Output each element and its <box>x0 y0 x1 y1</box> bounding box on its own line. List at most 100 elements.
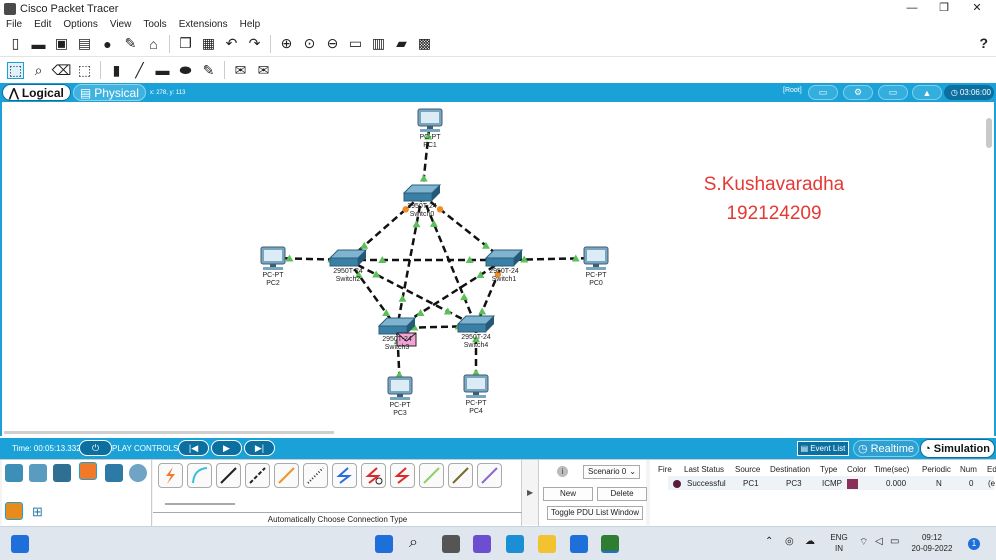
activity-wizard-icon[interactable]: ✎ <box>122 35 139 52</box>
simple-pdu-icon[interactable]: ✉ <box>232 62 249 79</box>
ellipse-icon[interactable]: ⬬ <box>177 62 194 79</box>
close-button[interactable]: ✕ <box>960 0 994 17</box>
file-explorer-icon[interactable] <box>538 535 556 553</box>
connection-scrollbar[interactable] <box>165 503 235 505</box>
info-icon[interactable]: ● <box>99 35 116 52</box>
custom-devices-icon[interactable]: ▥ <box>370 35 387 52</box>
vertical-scrollbar[interactable] <box>986 118 992 148</box>
new-cluster-button[interactable]: ▭ <box>808 85 838 100</box>
pc-pc2-icon[interactable] <box>260 246 286 270</box>
clock-time[interactable]: 09:12 <box>910 533 954 542</box>
menu-options[interactable]: Options <box>63 19 97 30</box>
grid-icon[interactable]: ⊞ <box>32 504 47 519</box>
multiuser-icon[interactable] <box>129 464 147 482</box>
event-list-button[interactable]: ▤ Event List <box>797 441 849 456</box>
maximize-button[interactable]: ❐ <box>927 0 961 17</box>
redo-icon[interactable]: ↷ <box>246 35 263 52</box>
menu-view[interactable]: View <box>110 19 132 30</box>
battery-icon[interactable]: ▭ <box>890 536 899 547</box>
scenario-select[interactable]: Scenario 0 ⌄ <box>583 465 640 479</box>
switch-switch3-icon[interactable] <box>377 317 417 335</box>
pc-pc0-icon[interactable] <box>583 246 609 270</box>
delete-icon[interactable]: ⌫ <box>52 62 72 79</box>
components-icon[interactable] <box>53 464 71 482</box>
zoom-in-icon[interactable]: ⊕ <box>278 35 295 52</box>
complex-pdu-icon[interactable]: ✉ <box>255 62 272 79</box>
coaxial-icon[interactable] <box>332 463 357 488</box>
phone-cable-icon[interactable] <box>303 463 328 488</box>
scenario-info-icon[interactable]: i <box>557 466 568 477</box>
logical-tab[interactable]: ⋀ Logical <box>2 84 71 101</box>
switch-switch0-icon[interactable] <box>402 184 442 202</box>
volume-icon[interactable]: ◁ <box>875 536 883 547</box>
notification-badge[interactable]: 1 <box>968 538 980 550</box>
viewport-icon[interactable]: ▩ <box>416 35 433 52</box>
minimize-button[interactable]: — <box>895 0 929 17</box>
capture-forward-button[interactable]: ▶| <box>244 440 275 456</box>
open-folder-icon[interactable]: ▬ <box>30 35 47 52</box>
iot-custom-cable-icon[interactable] <box>448 463 473 488</box>
auto-connection-icon[interactable] <box>158 463 183 488</box>
save-icon[interactable]: ▣ <box>53 35 70 52</box>
resize-icon[interactable]: ⬚ <box>76 62 93 79</box>
menu-file[interactable]: File <box>6 19 22 30</box>
tray-chevron-icon[interactable]: ⌃ <box>765 536 773 547</box>
menu-tools[interactable]: Tools <box>143 19 166 30</box>
mail-icon[interactable] <box>506 535 524 553</box>
simulation-mode-button[interactable]: ◔ Simulation <box>920 439 995 458</box>
usb-cable-icon[interactable] <box>477 463 502 488</box>
switch-switch1-icon[interactable] <box>484 249 524 267</box>
menu-extensions[interactable]: Extensions <box>179 19 228 30</box>
switch-switch4-icon[interactable] <box>456 315 496 333</box>
pc-pc3-icon[interactable] <box>387 376 413 400</box>
packet-tracer-taskbar-icon[interactable] <box>601 535 619 553</box>
toggle-pdu-list-button[interactable]: Toggle PDU List Window <box>547 506 643 520</box>
freeform-icon[interactable]: ✎ <box>200 62 217 79</box>
physical-tab[interactable]: ▤ Physical <box>72 84 146 101</box>
network-info-icon[interactable]: ⌂ <box>145 35 162 52</box>
tray-app-icon[interactable]: ◎ <box>785 536 794 547</box>
set-background-button[interactable]: ▭ <box>878 85 908 100</box>
dropbox-icon[interactable] <box>570 535 588 553</box>
paste-icon[interactable]: ▦ <box>200 35 217 52</box>
start-menu-icon[interactable] <box>375 535 393 553</box>
zoom-reset-icon[interactable]: ⊙ <box>301 35 318 52</box>
serial-dte-icon[interactable] <box>390 463 415 488</box>
move-object-button[interactable]: ⚙ <box>843 85 873 100</box>
clock-date[interactable]: 20-09-2022 <box>910 544 954 553</box>
pc-pc4-icon[interactable] <box>463 374 489 398</box>
panel-expand-arrow-icon[interactable]: ▶ <box>527 488 533 497</box>
lang-primary[interactable]: ENG <box>829 533 849 542</box>
miscellaneous-icon[interactable] <box>105 464 123 482</box>
help-icon[interactable]: ? <box>979 35 988 51</box>
search-icon[interactable]: ⌕ <box>409 535 427 553</box>
print-icon[interactable]: ▤ <box>76 35 93 52</box>
power-cycle-button[interactable]: ⏻ <box>79 440 112 456</box>
new-scenario-button[interactable]: New <box>543 487 593 501</box>
new-file-icon[interactable]: ▯ <box>7 35 24 52</box>
fire-icon[interactable] <box>673 480 681 488</box>
octal-cable-icon[interactable] <box>419 463 444 488</box>
serial-dce-icon[interactable] <box>361 463 386 488</box>
undo-icon[interactable]: ↶ <box>223 35 240 52</box>
copper-cross-icon[interactable] <box>245 463 270 488</box>
connections-sub-icon[interactable] <box>5 502 23 520</box>
chat-icon[interactable] <box>473 535 491 553</box>
menu-edit[interactable]: Edit <box>34 19 51 30</box>
zoom-out-icon[interactable]: ⊖ <box>324 35 341 52</box>
pc-pc1-icon[interactable] <box>417 108 443 132</box>
play-button[interactable]: ▶ <box>211 440 242 456</box>
cluster-icon[interactable]: ▰ <box>393 35 410 52</box>
lang-secondary[interactable]: IN <box>829 544 849 553</box>
connections-category-icon[interactable] <box>79 462 97 480</box>
network-devices-icon[interactable] <box>5 464 23 482</box>
drawing-palette-icon[interactable]: ▭ <box>347 35 364 52</box>
tray-cloud-icon[interactable]: ☁ <box>805 536 815 547</box>
copper-straight-icon[interactable] <box>216 463 241 488</box>
menu-help[interactable]: Help <box>240 19 261 30</box>
task-view-icon[interactable] <box>442 535 460 553</box>
delete-scenario-button[interactable]: Delete <box>597 487 647 501</box>
select-icon[interactable]: ⬚ <box>7 61 24 79</box>
rectangle-icon[interactable]: ▬ <box>154 62 171 79</box>
horizontal-scrollbar[interactable] <box>4 431 334 434</box>
